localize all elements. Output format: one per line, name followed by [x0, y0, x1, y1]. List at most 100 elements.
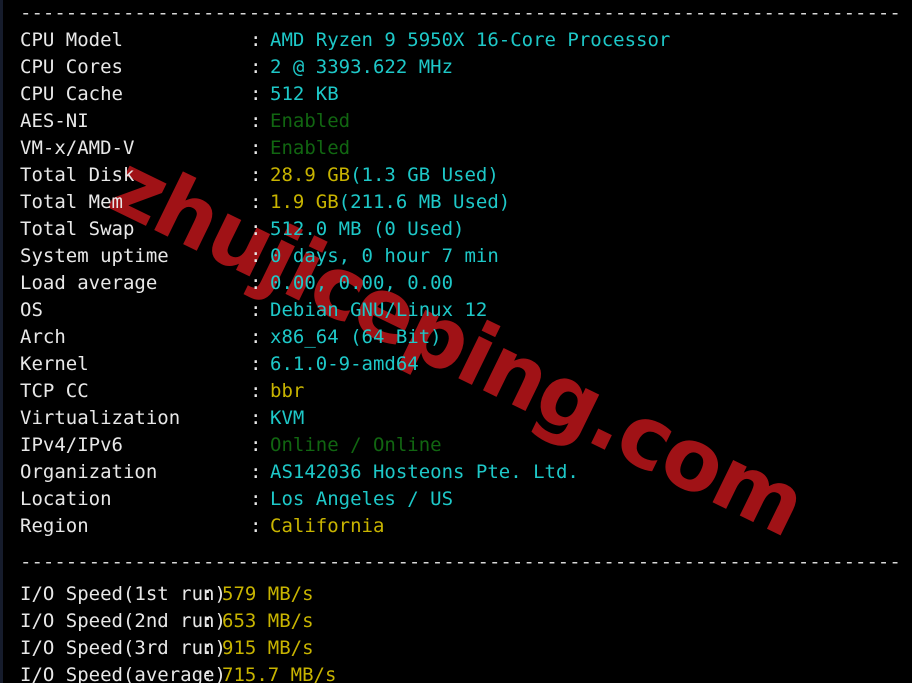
system-info-label: Total Mem	[20, 191, 123, 213]
io-speed-row: I/O Speed(average):715.7 MB/s	[20, 662, 912, 683]
colon-separator: :	[250, 515, 262, 537]
separator-middle: ----------------------------------------…	[20, 551, 901, 573]
system-info-label: IPv4/IPv6	[20, 434, 123, 456]
io-speed-value: 715.7 MB/s	[222, 664, 337, 683]
system-info-row: Load average:0.00, 0.00, 0.00	[20, 270, 912, 297]
system-info-value: 0 days, 0 hour 7 min	[270, 245, 499, 267]
system-info-label: Load average	[20, 272, 158, 294]
io-speed-value: 579 MB/s	[222, 583, 314, 605]
colon-separator: :	[250, 137, 262, 159]
system-info-value: 1.9 GB	[270, 191, 339, 213]
system-info-value: Los Angeles / US	[270, 488, 454, 510]
system-info-value: 512 KB	[270, 83, 339, 105]
colon-separator: :	[250, 461, 262, 483]
system-info-row: TCP CC: bbr	[20, 378, 912, 405]
io-speed-value: 653 MB/s	[222, 610, 314, 632]
system-info-label: Organization	[20, 461, 158, 483]
system-info-row: IPv4/IPv6: Online / Online	[20, 432, 912, 459]
io-speed-row: I/O Speed(2nd run):653 MB/s	[20, 608, 912, 635]
colon-separator: :	[250, 488, 262, 510]
colon-separator: :	[250, 164, 262, 186]
colon-separator: :	[250, 272, 262, 294]
system-info-label: Region	[20, 515, 89, 537]
system-info-value: 6.1.0-9-amd64	[270, 353, 419, 375]
colon-separator: :	[250, 245, 262, 267]
system-info-value: 2 @ 3393.622 MHz	[270, 56, 454, 78]
colon-separator: :	[250, 29, 262, 51]
system-info-value-suffix: (211.6 MB Used)	[338, 191, 511, 213]
system-info-label: CPU Cache	[20, 83, 123, 105]
colon-separator: :	[202, 664, 214, 683]
io-speed-row: I/O Speed(3rd run):915 MB/s	[20, 635, 912, 662]
colon-separator: :	[250, 407, 262, 429]
system-info-label: AES-NI	[20, 110, 89, 132]
system-info-row: Kernel:6.1.0-9-amd64	[20, 351, 912, 378]
colon-separator: :	[250, 380, 262, 402]
system-info-row: AES-NI: Enabled	[20, 108, 912, 135]
colon-separator: :	[250, 83, 262, 105]
system-info-value: California	[270, 515, 385, 537]
system-info-list: CPU Model: AMD Ryzen 9 5950X 16-Core Proc…	[3, 27, 912, 540]
colon-separator: :	[250, 434, 262, 456]
system-info-row: OS: Debian GNU/Linux 12	[20, 297, 912, 324]
colon-separator: :	[250, 191, 262, 213]
colon-separator: :	[250, 326, 262, 348]
system-info-label: Total Disk	[20, 164, 135, 186]
system-info-row: Virtualization: KVM	[20, 405, 912, 432]
colon-separator: :	[202, 637, 214, 659]
io-speed-value: 915 MB/s	[222, 637, 314, 659]
system-info-row: Total Mem:1.9 GB (211.6 MB Used)	[20, 189, 912, 216]
terminal-window: zhujiceping.com ------------------------…	[0, 0, 912, 683]
system-info-label: VM-x/AMD-V	[20, 137, 135, 159]
colon-separator: :	[250, 353, 262, 375]
system-info-value: 0.00, 0.00, 0.00	[270, 272, 454, 294]
io-speed-label: I/O Speed(3rd run)	[20, 637, 226, 659]
system-info-row: Arch: x86_64 (64 Bit)	[20, 324, 912, 351]
system-info-value-suffix: (1.3 GB Used)	[350, 164, 499, 186]
system-info-label: Location	[20, 488, 112, 510]
colon-separator: :	[250, 56, 262, 78]
system-info-value: Debian GNU/Linux 12	[270, 299, 488, 321]
io-speed-row: I/O Speed(1st run):579 MB/s	[20, 581, 912, 608]
system-info-row: CPU Cores:2 @ 3393.622 MHz	[20, 54, 912, 81]
system-info-value: 28.9 GB	[270, 164, 351, 186]
system-info-label: CPU Model	[20, 29, 123, 51]
system-info-value: KVM	[270, 407, 305, 429]
system-info-row: Location: Los Angeles / US	[20, 486, 912, 513]
system-info-row: VM-x/AMD-V: Enabled	[20, 135, 912, 162]
system-info-label: CPU Cores	[20, 56, 123, 78]
separator-top: ----------------------------------------…	[20, 2, 901, 24]
system-info-value: 512.0 MB (0 Used)	[270, 218, 465, 240]
system-info-label: Total Swap	[20, 218, 135, 240]
colon-separator: :	[250, 218, 262, 240]
system-info-value: Enabled	[270, 137, 351, 159]
system-info-row: CPU Cache:512 KB	[20, 81, 912, 108]
system-info-label: Kernel	[20, 353, 89, 375]
colon-separator: :	[202, 610, 214, 632]
colon-separator: :	[250, 110, 262, 132]
system-info-value: x86_64 (64 Bit)	[270, 326, 442, 348]
system-info-value: AS142036 Hosteons Pte. Ltd.	[270, 461, 579, 483]
io-speed-list: I/O Speed(1st run):579 MB/s I/O Speed(2nd…	[3, 581, 912, 683]
system-info-value: bbr	[270, 380, 305, 402]
system-info-label: Arch	[20, 326, 66, 348]
io-speed-label: I/O Speed(2nd run)	[20, 610, 226, 632]
system-info-label: TCP CC	[20, 380, 89, 402]
system-info-row: Total Swap:512.0 MB (0 Used)	[20, 216, 912, 243]
system-info-row: System uptime:0 days, 0 hour 7 min	[20, 243, 912, 270]
system-info-label: Virtualization	[20, 407, 181, 429]
io-speed-label: I/O Speed(1st run)	[20, 583, 226, 605]
io-speed-label: I/O Speed(average)	[20, 664, 226, 683]
system-info-value: AMD Ryzen 9 5950X 16-Core Processor	[270, 29, 671, 51]
system-info-value: Online / Online	[270, 434, 442, 456]
system-info-row: Total Disk:28.9 GB (1.3 GB Used)	[20, 162, 912, 189]
colon-separator: :	[202, 583, 214, 605]
system-info-row: Region: California	[20, 513, 912, 540]
system-info-row: CPU Model: AMD Ryzen 9 5950X 16-Core Proc…	[20, 27, 912, 54]
system-info-label: OS	[20, 299, 43, 321]
system-info-label: System uptime	[20, 245, 169, 267]
system-info-value: Enabled	[270, 110, 351, 132]
colon-separator: :	[250, 299, 262, 321]
terminal-content: ----------------------------------------…	[3, 0, 912, 683]
